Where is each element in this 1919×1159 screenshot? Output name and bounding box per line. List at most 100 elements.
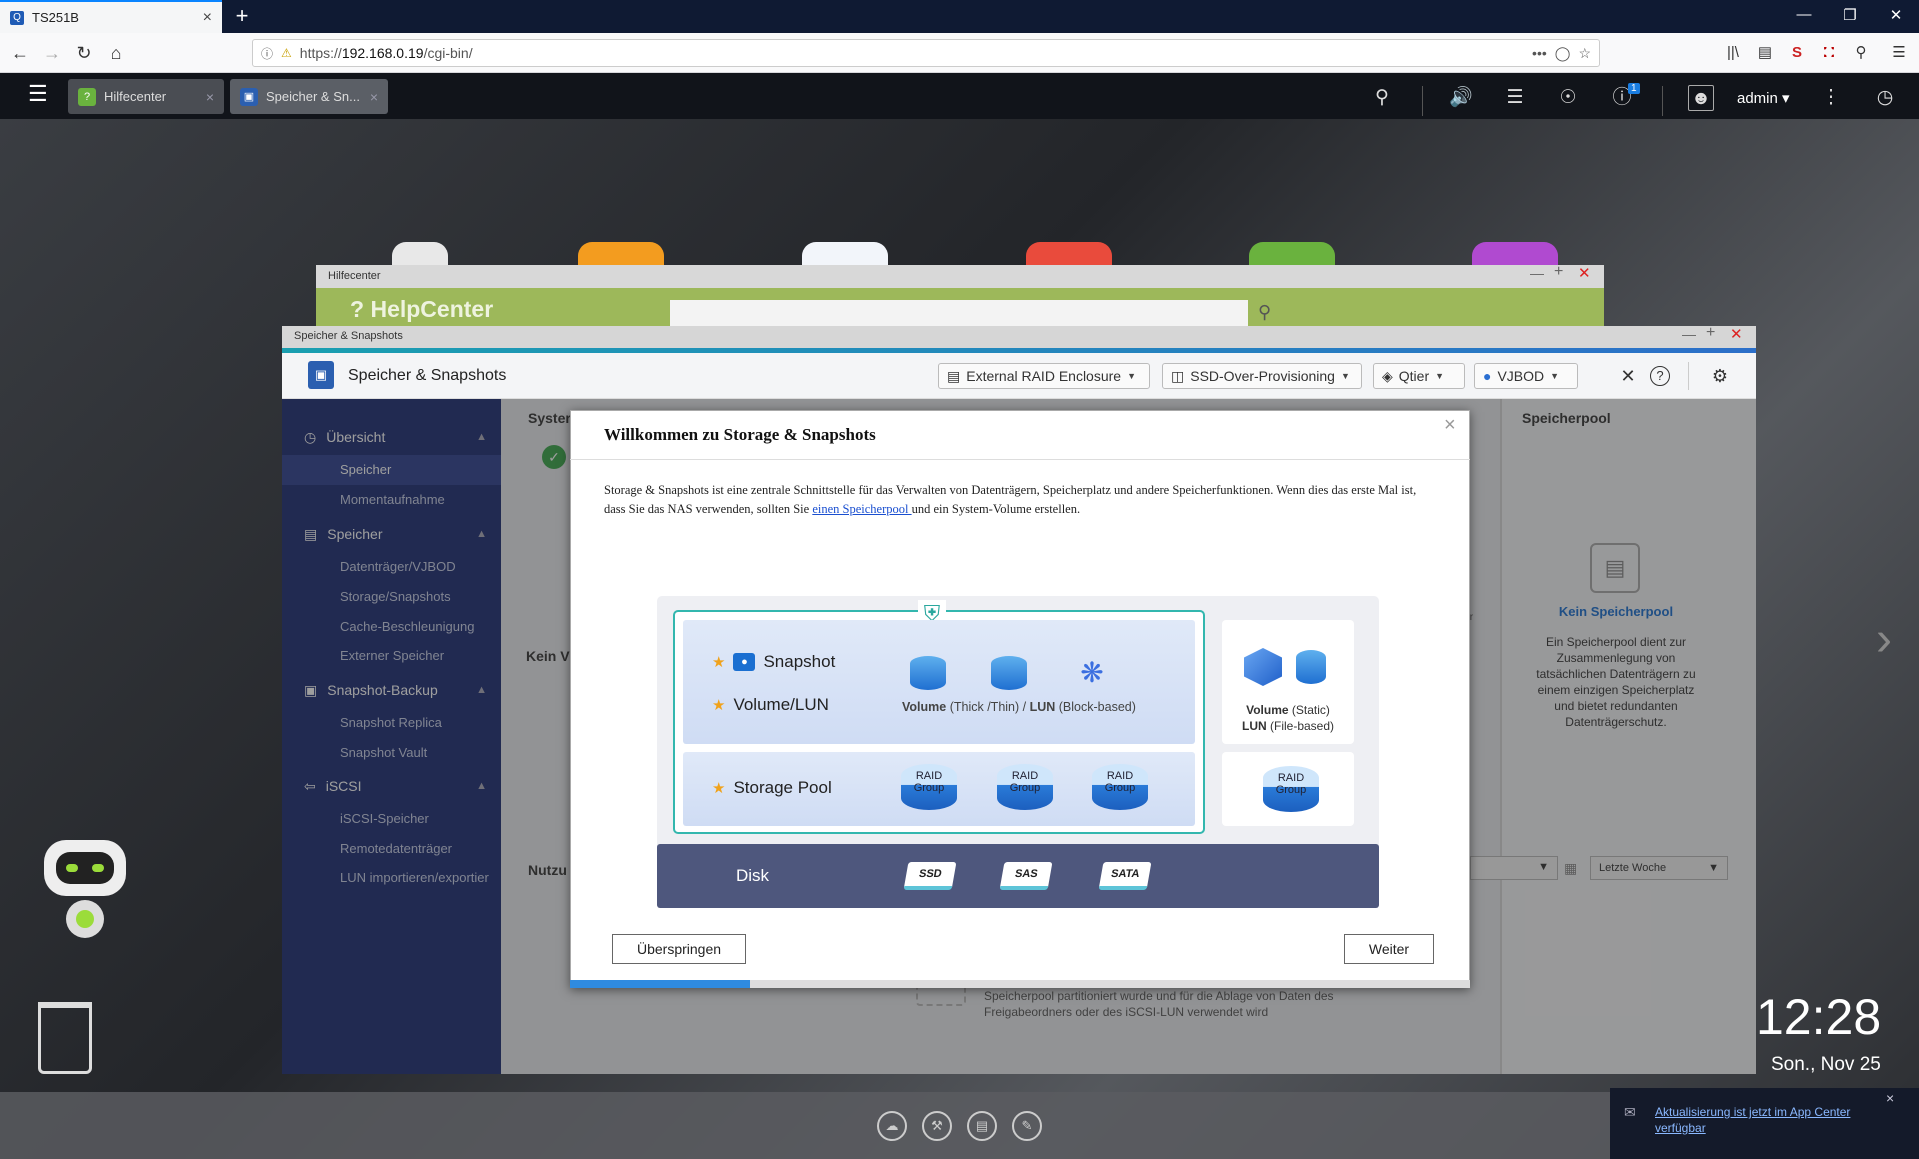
url-bar[interactable]: ⓘ ⚠ https://192.168.0.19/cgi-bin/ ••• ◯ … (252, 39, 1600, 67)
next-page-chevron-icon[interactable]: › (1876, 612, 1892, 667)
ublock-icon[interactable]: ⛚ (1818, 42, 1840, 64)
desktop-clock-date: Son., Nov 25 (1771, 1054, 1881, 1075)
qts-tab-label: Speicher & Sn... (266, 89, 360, 104)
search-icon[interactable]: ⚲ (1258, 302, 1271, 323)
close-icon[interactable]: ✕ (1730, 325, 1743, 343)
snapshot-row: ★ ● Snapshot (712, 652, 835, 672)
restore-window-icon[interactable]: ❐ (1835, 6, 1865, 24)
app-center-update-link[interactable]: Aktualisierung ist jetzt im App Center v… (1655, 1104, 1895, 1136)
static-volume-bold: Volume (1246, 703, 1289, 717)
dialog-description-text: und ein System-Volume erstellen. (911, 502, 1081, 516)
qts-tab-hilfecenter[interactable]: ? Hilfecenter × (68, 79, 224, 114)
button-label: External RAID Enclosure (966, 368, 1122, 384)
helpcenter-titlebar: Hilfecenter (316, 265, 1604, 288)
divider (570, 459, 1470, 460)
site-info-icon[interactable]: ⓘ (261, 45, 273, 62)
close-notification-icon[interactable]: × (1886, 1090, 1894, 1106)
trash-icon[interactable] (38, 1002, 92, 1074)
search-icon[interactable]: ⚲ (1369, 85, 1395, 111)
hamburger-menu-icon[interactable]: ☰ (1888, 42, 1910, 64)
pocket-icon[interactable]: ◯ (1555, 45, 1571, 62)
volume-icon[interactable]: 🔊 (1448, 85, 1474, 111)
dock-edit-icon[interactable]: ✎ (1012, 1111, 1042, 1141)
home-icon[interactable]: ⌂ (104, 41, 128, 65)
external-raid-enclosure-button[interactable]: ▤ External RAID Enclosure ▼ (938, 363, 1150, 389)
close-dialog-icon[interactable]: × (1444, 414, 1456, 437)
helpcenter-search-input[interactable] (670, 300, 1248, 326)
browser-tab-title: TS251B (32, 10, 79, 25)
url-path: /cgi-bin/ (423, 45, 473, 61)
dashboard-icon[interactable]: ◷ (1872, 85, 1898, 111)
notification-count-badge: 1 (1628, 83, 1640, 94)
page-actions-icon[interactable]: ••• (1532, 45, 1547, 61)
storage-window-title: Speicher & Snapshots (294, 330, 403, 342)
star-icon: ★ (712, 697, 726, 714)
button-label: SSD-Over-Provisioning (1190, 368, 1335, 384)
minimize-icon[interactable]: — (1530, 265, 1544, 281)
maximize-icon[interactable]: + (1554, 263, 1563, 281)
extension-s-icon[interactable]: S (1786, 42, 1808, 64)
ssd-disk-icon: SSD (903, 862, 957, 890)
storage-app-icon: ▣ (308, 361, 334, 389)
disk-label: Disk (736, 866, 770, 885)
help-icon[interactable]: ? (1650, 366, 1670, 386)
user-avatar-icon[interactable]: ☻ (1688, 85, 1714, 111)
volume-cylinder-icon (991, 656, 1027, 690)
user-menu[interactable]: admin ▾ (1737, 89, 1790, 107)
minimize-icon[interactable]: — (1682, 326, 1696, 342)
close-tab-icon[interactable]: × (203, 9, 212, 27)
qboost-robot-icon[interactable] (38, 840, 132, 960)
next-button[interactable]: Weiter (1344, 934, 1434, 964)
close-icon[interactable]: ✕ (1578, 264, 1591, 282)
volume-lun-label: Volume/LUN (733, 695, 829, 714)
message-icon: ✉ (1624, 1104, 1636, 1120)
volume-lun-row: ★ Volume/LUN (712, 695, 829, 715)
qtier-button[interactable]: ◈ Qtier ▼ (1373, 363, 1465, 389)
raid-group-icon: RAID Group (1092, 764, 1148, 810)
key-icon[interactable]: ⚲ (1850, 42, 1872, 64)
library-icon[interactable]: ||\ (1722, 42, 1744, 64)
ssd-over-provisioning-button[interactable]: ◫ SSD-Over-Provisioning ▼ (1162, 363, 1362, 389)
external-device-icon[interactable]: ☉ (1555, 85, 1581, 111)
ssd-icon: ◫ (1171, 367, 1185, 384)
minimize-window-icon[interactable]: — (1789, 6, 1819, 23)
qts-tab-storage[interactable]: ▣ Speicher & Sn... × (230, 79, 388, 114)
dock-book-icon[interactable]: ▤ (967, 1111, 997, 1141)
url-text: https://192.168.0.19/cgi-bin/ (300, 45, 473, 61)
bookmark-star-icon[interactable]: ☆ (1578, 45, 1591, 62)
vjbod-button[interactable]: ● VJBOD ▼ (1474, 363, 1578, 389)
dock-tools-icon[interactable]: ⚒ (922, 1111, 952, 1141)
maximize-icon[interactable]: + (1706, 324, 1715, 342)
wizard-progress-fill (570, 980, 750, 988)
chevron-down-icon: ▼ (1550, 371, 1560, 381)
dock-cloud-icon[interactable]: ☁ (877, 1111, 907, 1141)
separator: / (1019, 700, 1030, 714)
star-icon: ★ (712, 780, 726, 797)
helpcenter-window-title: Hilfecenter (328, 270, 381, 282)
desktop-clock-time: 12:28 (1756, 989, 1882, 1045)
url-host: 192.168.0.19 (341, 45, 424, 61)
dialog-title: Willkommen zu Storage & Snapshots (604, 425, 876, 444)
sidebar-icon[interactable]: ▤ (1754, 42, 1776, 64)
forward-icon[interactable]: → (40, 41, 64, 65)
main-menu-icon[interactable]: ☰ (28, 83, 54, 105)
background-tasks-icon[interactable]: ☰ (1502, 85, 1528, 111)
reload-icon[interactable]: ↻ (72, 41, 96, 65)
volume-cylinder-icon (910, 656, 946, 690)
more-options-icon[interactable]: ⋮ (1818, 85, 1844, 111)
browser-tab[interactable]: Q TS251B × (0, 0, 222, 33)
settings-gear-icon[interactable]: ⚙ (1708, 364, 1732, 388)
new-tab-button[interactable]: + (230, 4, 254, 28)
back-icon[interactable]: ← (8, 41, 32, 65)
camera-icon: ● (733, 653, 756, 671)
skip-button[interactable]: Überspringen (612, 934, 746, 964)
close-tab-icon[interactable]: × (206, 89, 214, 105)
volume-bold: Volume (902, 700, 947, 714)
create-storage-pool-link[interactable]: einen Speicherpool (812, 502, 911, 516)
close-tab-icon[interactable]: × (370, 89, 378, 105)
tools-icon[interactable]: ✕ (1616, 364, 1640, 388)
lun-blocks-icon: ❋ (1080, 657, 1104, 688)
close-window-icon[interactable]: ✕ (1881, 6, 1911, 24)
user-name: admin (1737, 90, 1778, 107)
sata-disk-icon: SATA (1098, 862, 1152, 890)
